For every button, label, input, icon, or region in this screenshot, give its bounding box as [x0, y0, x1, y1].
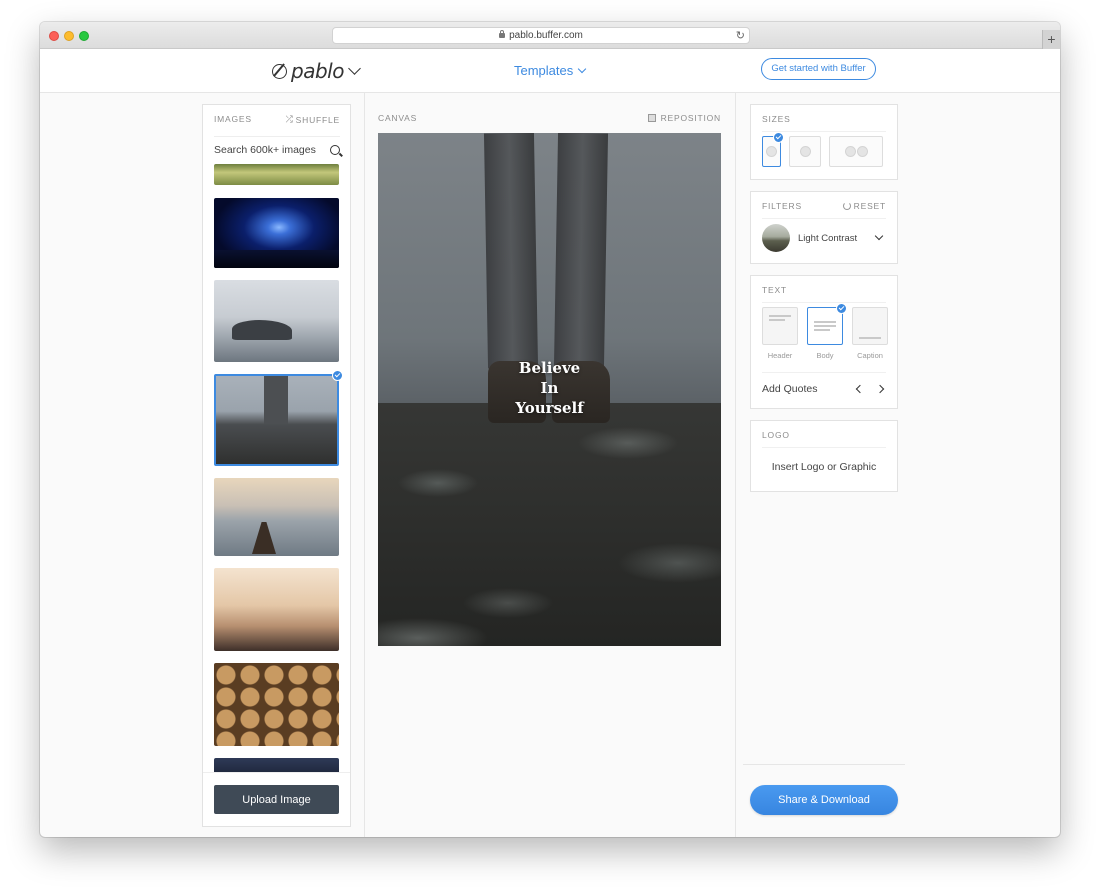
canvas-background-rocks — [378, 403, 721, 646]
image-thumbnail-selected[interactable] — [214, 374, 339, 466]
images-title: IMAGES — [214, 114, 252, 124]
twitter-icon — [857, 146, 868, 157]
image-thumbnail[interactable] — [214, 164, 339, 185]
quote-line: In — [540, 379, 559, 397]
sizes-card: SIZES — [750, 104, 898, 180]
selected-check-icon — [332, 370, 343, 381]
image-search-input[interactable] — [214, 142, 324, 158]
chevron-down-icon — [348, 62, 361, 75]
templates-menu[interactable]: Templates — [514, 63, 587, 78]
browser-window: pablo.buffer.com ↻ + pablo Templates Get… — [40, 22, 1060, 837]
quote-line: Believe — [518, 359, 581, 377]
selected-check-icon — [836, 303, 847, 314]
text-style-label: Header — [767, 351, 793, 360]
app-header: pablo Templates Get started with Buffer — [40, 49, 1060, 93]
canvas-quote-text[interactable]: Believe In Yourself — [378, 358, 721, 418]
pablo-logo-menu[interactable]: pablo — [272, 58, 361, 84]
reposition-button[interactable]: REPOSITION — [647, 113, 721, 123]
image-thumbnail[interactable] — [214, 280, 339, 362]
shuffle-icon: ⤮ — [285, 114, 294, 124]
lock-icon — [499, 30, 506, 38]
search-icon[interactable] — [330, 145, 340, 155]
size-facebook-twitter-option[interactable] — [829, 136, 883, 167]
selected-check-icon — [773, 132, 784, 143]
text-title: TEXT — [762, 285, 787, 295]
logo-card: LOGO Insert Logo or Graphic — [750, 420, 898, 492]
reset-label: RESET — [853, 201, 886, 211]
chevron-down-icon — [578, 64, 587, 73]
chevron-down-icon[interactable] — [874, 231, 884, 241]
canvas-background-leg — [553, 133, 609, 369]
body-preview-line — [814, 325, 836, 327]
filters-card: FILTERS RESET Light Contrast — [750, 191, 898, 264]
text-card: TEXT Header Body Caption Add Quotes — [750, 275, 898, 409]
address-bar[interactable]: pablo.buffer.com ↻ — [332, 27, 750, 44]
pinterest-icon — [766, 146, 777, 157]
image-thumbnail[interactable] — [214, 478, 339, 556]
caption-preview-line — [859, 337, 881, 339]
text-style-header[interactable] — [762, 307, 798, 345]
shuffle-label: SHUFFLE — [295, 114, 340, 125]
upload-area: Upload Image — [203, 772, 350, 826]
quote-line: Yourself — [515, 399, 584, 417]
shuffle-button[interactable]: ⤮ SHUFFLE — [286, 114, 340, 125]
header-preview-line — [769, 315, 791, 317]
instagram-icon — [800, 146, 811, 157]
minimize-window-icon[interactable] — [64, 31, 74, 41]
chevron-left-icon[interactable] — [855, 384, 865, 394]
left-divider — [364, 93, 365, 837]
image-thumbnail[interactable] — [214, 198, 339, 268]
filters-title: FILTERS — [762, 201, 802, 211]
chevron-right-icon[interactable] — [875, 384, 885, 394]
images-panel: IMAGES ⤮ SHUFFLE Upload Image — [202, 104, 351, 827]
body-preview-line — [814, 321, 836, 323]
templates-label: Templates — [514, 63, 574, 78]
reposition-icon — [647, 114, 656, 122]
reset-icon — [842, 202, 851, 210]
zoom-window-icon[interactable] — [79, 31, 89, 41]
right-divider — [735, 93, 736, 837]
size-instagram-option[interactable] — [789, 136, 821, 167]
text-style-caption[interactable] — [852, 307, 888, 345]
add-quotes-label[interactable]: Add Quotes — [762, 383, 817, 395]
reposition-label: REPOSITION — [660, 113, 721, 123]
pablo-logo-icon — [272, 63, 287, 79]
body-preview-line — [814, 329, 830, 331]
logo-text: pablo — [291, 59, 344, 83]
text-style-label: Body — [816, 351, 834, 360]
filter-preview-thumbnail — [762, 224, 790, 252]
facebook-icon — [845, 146, 856, 157]
image-thumbnail[interactable] — [214, 663, 339, 746]
get-started-button[interactable]: Get started with Buffer — [761, 58, 876, 80]
insert-logo-button[interactable]: Insert Logo or Graphic — [751, 461, 897, 473]
design-canvas[interactable]: Believe In Yourself — [378, 133, 721, 646]
sizes-title: SIZES — [762, 114, 791, 124]
canvas-title: CANVAS — [378, 113, 418, 123]
filter-select[interactable]: Light Contrast — [798, 233, 857, 244]
new-tab-icon[interactable]: + — [1042, 30, 1060, 49]
upload-image-button[interactable]: Upload Image — [214, 785, 339, 814]
reset-filters-button[interactable]: RESET — [842, 201, 886, 211]
reload-icon[interactable]: ↻ — [736, 29, 745, 44]
share-download-button[interactable]: Share & Download — [750, 785, 898, 815]
image-thumbnail[interactable] — [214, 568, 339, 651]
url-text: pablo.buffer.com — [509, 30, 583, 41]
text-style-label: Caption — [857, 351, 883, 360]
canvas-background-leg — [483, 133, 539, 369]
sidebar-footer-divider — [743, 764, 905, 765]
browser-titlebar: pablo.buffer.com ↻ + — [40, 22, 1060, 49]
close-window-icon[interactable] — [49, 31, 59, 41]
header-preview-line — [769, 319, 785, 321]
logo-title: LOGO — [762, 430, 790, 440]
